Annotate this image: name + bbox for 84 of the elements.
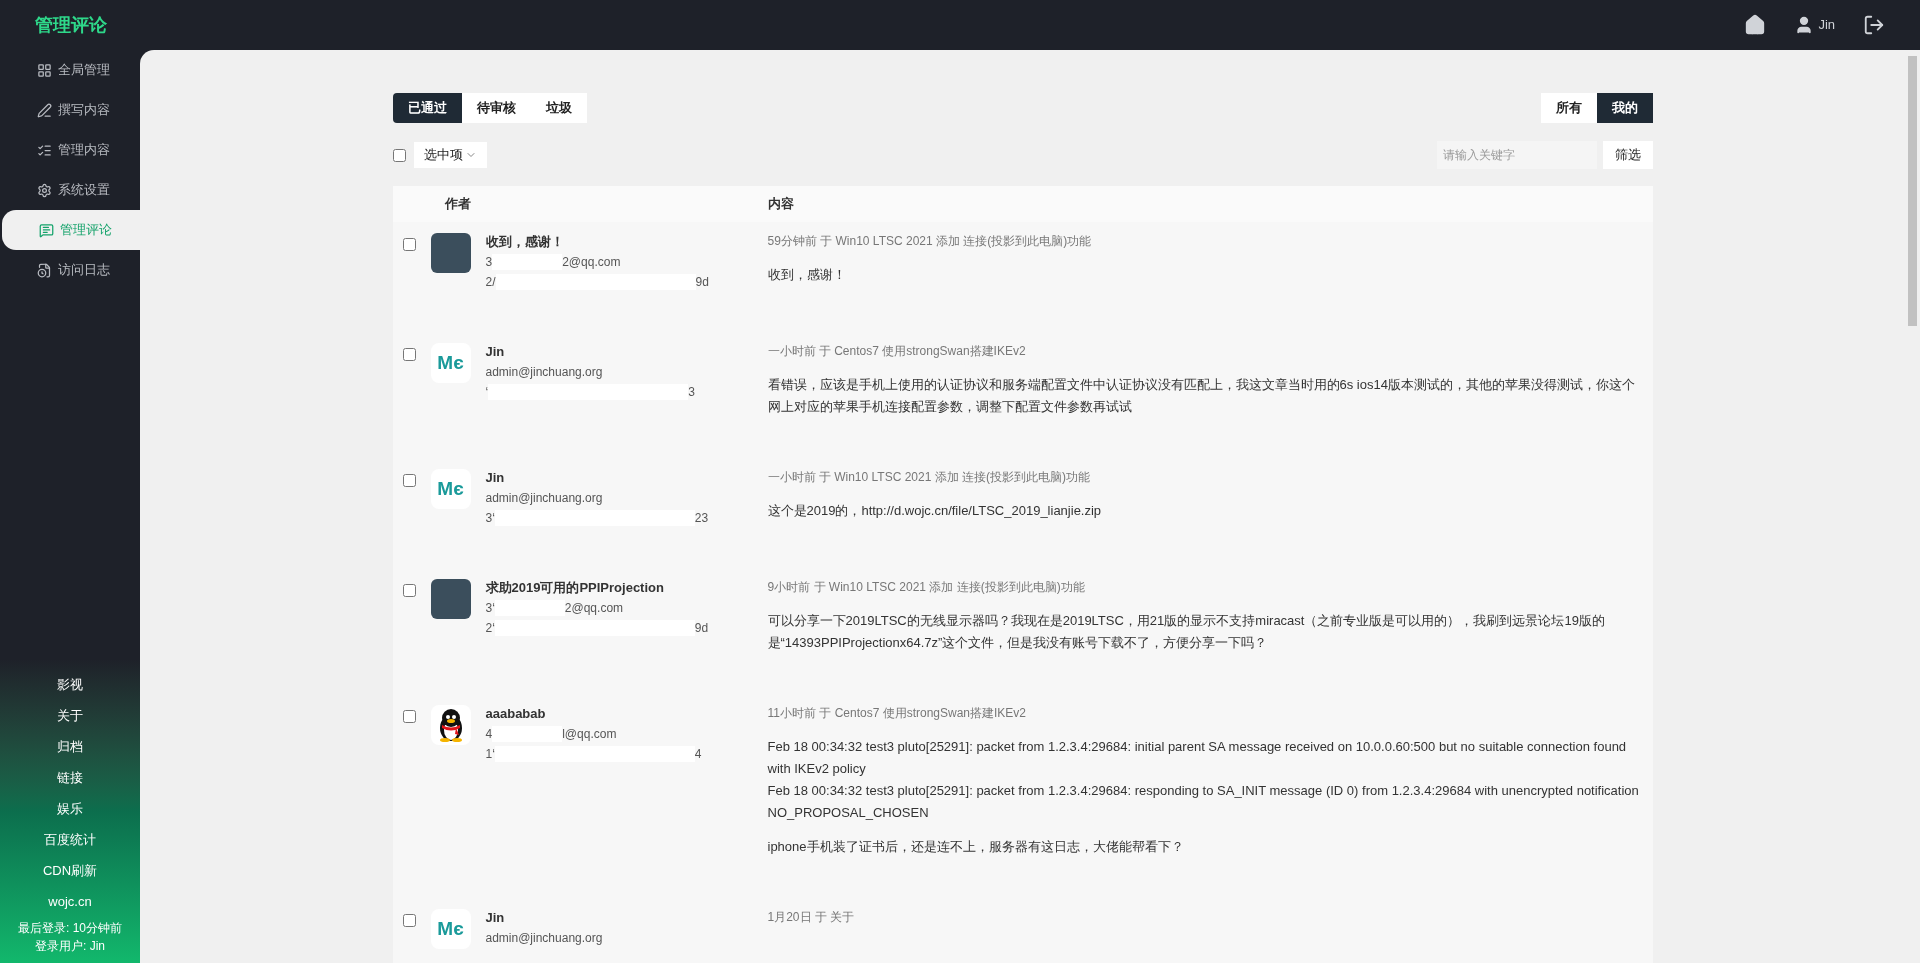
author-ip: 23: [694, 510, 709, 527]
author-email: admin@jinchuang.org: [485, 490, 603, 507]
status-tab[interactable]: 垃圾: [530, 93, 587, 123]
login-user-text: 登录用户: Jin: [35, 938, 105, 955]
logo-avatar: Mє: [430, 469, 471, 509]
log-icon: [37, 262, 52, 278]
user-menu[interactable]: Jin: [1794, 15, 1835, 35]
comment-meta: 1月20日 于 关于: [767, 909, 856, 926]
author-ip: 2‘: [485, 620, 495, 637]
sidebar-item[interactable]: 全局管理: [0, 50, 140, 90]
author-email: 3: [485, 254, 493, 271]
sidebar-link[interactable]: 关于: [57, 700, 83, 731]
author-name: Jin: [485, 909, 506, 927]
row-checkbox[interactable]: [402, 584, 416, 597]
scope-tab[interactable]: 我的: [1596, 93, 1653, 123]
author-ip: 9d: [694, 620, 709, 637]
author-name: 求助2019可用的PPIProjection: [485, 579, 665, 597]
filter-button[interactable]: 筛选: [1602, 141, 1653, 169]
settings-icon: [37, 182, 52, 198]
column-header: 内容: [767, 195, 794, 214]
comment-meta: 9小时前 于 Win10 LTSC 2021 添加 连接(投影到此电脑)功能: [767, 579, 1086, 596]
status-tab[interactable]: 待审核: [461, 93, 531, 123]
author-name: Jin: [485, 469, 506, 487]
author-ip: ‘: [485, 384, 489, 401]
comment-meta: 11小时前 于 Centos7 使用strongSwan搭建IKEv2: [767, 705, 1028, 722]
search-field[interactable]: 请输入关键字: [1436, 141, 1597, 169]
author-ip: 2/: [485, 274, 496, 291]
author-name: aaababab: [485, 705, 547, 723]
sidebar-link[interactable]: 百度统计: [44, 824, 96, 855]
select-all-checkbox[interactable]: [392, 148, 406, 162]
author-ip: 1‘: [485, 746, 495, 763]
sidebar-item[interactable]: 撰写内容: [0, 90, 140, 130]
sidebar-link[interactable]: CDN刷新: [42, 855, 98, 886]
row-checkbox[interactable]: [402, 474, 416, 487]
comment-meta: 一小时前 于 Win10 LTSC 2021 添加 连接(投影到此电脑)功能: [767, 469, 1091, 486]
sidebar-link[interactable]: 归档: [57, 731, 83, 762]
author-email: 2@qq.com: [564, 600, 624, 617]
author-email: admin@jinchuang.org: [485, 930, 603, 947]
grid-icon: [37, 62, 52, 78]
bulk-action-dropdown[interactable]: 选中项: [413, 142, 487, 168]
logo-avatar: Mє: [430, 909, 471, 949]
pen-icon: [37, 102, 52, 118]
comment-icon: [39, 222, 54, 238]
author-email: 2@qq.com: [562, 254, 621, 271]
author-name: 收到，感谢！: [485, 233, 565, 251]
author-ip: 3: [688, 384, 695, 401]
status-tab[interactable]: 已通过: [392, 93, 462, 123]
author-email: 3‘: [485, 600, 495, 617]
comment-text: 可以分享一下2019LTSC的无线显示器吗？我现在是2019LTSC，用21版的显示不支持miracast（之前专业版是可以用的），我刷到远景论坛19版的是“14393PPIProjectionx64.7z”这个文件，但是我没有账号下载不了，方便分享一下吗？: [767, 612, 1606, 652]
author-email: 4: [485, 726, 493, 743]
comment-text: 收到，感谢！: [767, 266, 847, 284]
sidebar-link[interactable]: 影视: [57, 669, 83, 700]
row-checkbox[interactable]: [402, 348, 416, 361]
comment-text: 看错误，应该是手机上使用的认证协议和服务端配置文件中认证协议没有匹配上，我这文章当时用的6s ios14版本测试的，其他的苹果没得测试，你这个网上对应的苹果手机连接配置参数，调整下配置文件参数再试试: [767, 376, 1636, 416]
author-email: l@qq.com: [562, 726, 617, 743]
home-icon[interactable]: [1744, 14, 1767, 36]
sidebar-link[interactable]: wojc.cn: [48, 886, 92, 917]
logo-avatar: Mє: [430, 343, 471, 383]
row-checkbox[interactable]: [402, 914, 416, 927]
photo-placeholder: [430, 579, 471, 619]
list-icon: [37, 142, 52, 158]
sidebar-link[interactable]: 链接: [57, 762, 83, 793]
comment-text: Feb 18 00:34:32 test3 pluto[25291]: packet from 1.2.3.4:29684: initial parent SA message received on 10.0.0.60:500 but no suitable connection found with IKEv2 policy Feb 18 00:34:32 test3 pluto[25291]: packet from 1.2.3.4:29684: responding to SA_INIT message (ID 0) from 1.2.3.4:29684 with unencrypted notification NO_PROPOSAL_CHOSEN: [767, 738, 1640, 822]
sidebar-item[interactable]: 系统设置: [0, 170, 140, 210]
row-checkbox[interactable]: [402, 238, 416, 251]
logout-icon[interactable]: [1863, 14, 1885, 36]
comment-text: 这个是2019的，http://d.wojc.cn/file/LTSC_2019_lianjie.zip: [767, 502, 1103, 520]
row-checkbox[interactable]: [402, 710, 416, 723]
scope-tab[interactable]: 所有: [1540, 93, 1597, 123]
author-email: admin@jinchuang.org: [485, 364, 603, 381]
sidebar-link[interactable]: 娱乐: [57, 793, 83, 824]
page-title: 管理评论: [35, 13, 107, 37]
comment-text: iphone手机装了证书后，还是连不上，服务器有这日志，大佬能帮看下？: [767, 838, 1185, 856]
sidebar-item[interactable]: 访问日志: [0, 250, 140, 290]
comment-meta: 一小时前 于 Centos7 使用strongSwan搭建IKEv2: [767, 343, 1027, 360]
column-header: 作者: [444, 195, 472, 214]
author-name: Jin: [485, 343, 506, 361]
last-login-text: 最后登录: 10分钟前: [18, 920, 122, 937]
comment-meta: 59分钟前 于 Win10 LTSC 2021 添加 连接(投影到此电脑)功能: [767, 233, 1093, 250]
author-ip: 9d: [695, 274, 709, 291]
photo-placeholder: [430, 233, 471, 273]
author-ip: 3‘: [485, 510, 495, 527]
sidebar-item[interactable]: 管理内容: [0, 130, 140, 170]
author-ip: 4: [694, 746, 702, 763]
